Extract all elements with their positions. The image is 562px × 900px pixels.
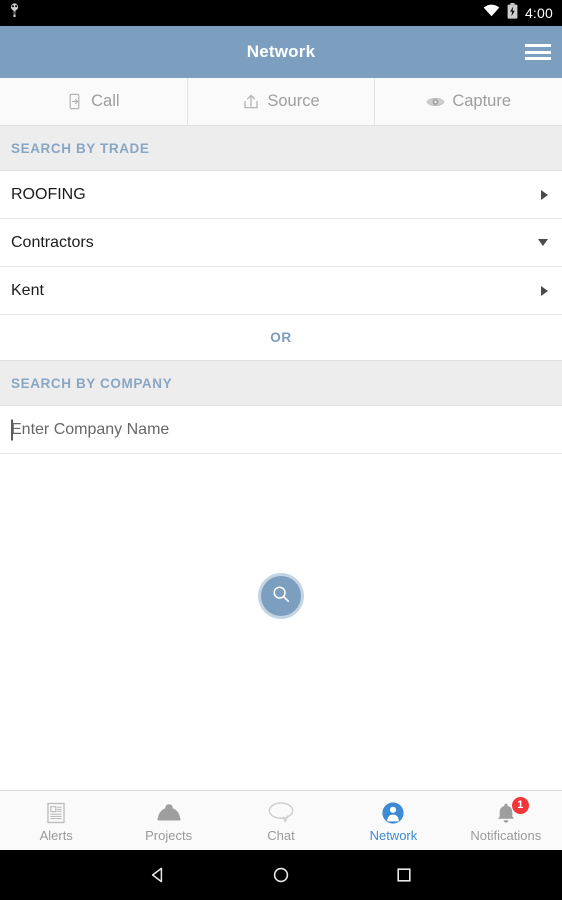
nav-item-label: Chat: [267, 827, 295, 843]
nav-item-alerts[interactable]: Alerts: [0, 791, 112, 850]
status-bar-right-icons: 4:00: [483, 2, 553, 24]
tab-capture-label: Capture: [452, 92, 512, 110]
text-cursor: [11, 419, 13, 440]
company-name-input[interactable]: [11, 420, 551, 439]
tab-source-label: Source: [267, 92, 320, 110]
search-by-company-label: SEARCH BY COMPANY: [11, 375, 173, 391]
caret-right-icon: [541, 285, 548, 296]
nav-item-notifications[interactable]: 1 Notifications: [450, 791, 562, 850]
or-label: OR: [270, 330, 292, 345]
tab-capture[interactable]: Capture: [375, 78, 562, 125]
news-article-icon: [45, 800, 67, 826]
share-export-icon: [242, 93, 260, 110]
nav-item-projects[interactable]: Projects: [112, 791, 224, 850]
speech-bubble-icon: [267, 800, 295, 826]
trade-row-label: Contractors: [11, 233, 94, 251]
home-button[interactable]: [271, 865, 291, 885]
tab-call[interactable]: Call: [0, 78, 188, 125]
bell-icon: 1: [494, 796, 529, 826]
back-button[interactable]: [148, 865, 168, 885]
bottom-navigation-bar: Alerts Projects Chat Network 1 Notificat…: [0, 790, 562, 850]
recents-button[interactable]: [394, 865, 414, 885]
search-by-trade-label: SEARCH BY TRADE: [11, 140, 150, 156]
hamburger-line: [525, 44, 551, 47]
trade-row-label: Kent: [11, 281, 44, 299]
or-divider: OR: [0, 315, 562, 361]
app-header-bar: Network: [0, 26, 562, 78]
caret-right-icon: [541, 189, 548, 200]
battery-charging-icon: [507, 2, 518, 24]
search-by-company-header: SEARCH BY COMPANY: [0, 361, 562, 406]
hamburger-line: [525, 50, 551, 54]
hard-hat-icon: [156, 800, 182, 826]
app-root: 4:00 Network Call Source Capture SEARCH …: [0, 0, 562, 900]
eye-icon: [426, 95, 445, 109]
phone-forward-icon: [67, 93, 84, 110]
page-title: Network: [246, 42, 316, 61]
status-bar-clock: 4:00: [524, 5, 553, 21]
company-name-row[interactable]: [0, 406, 562, 454]
caret-down-icon: [538, 239, 548, 246]
content-area: [0, 454, 562, 790]
nav-item-label: Projects: [145, 827, 193, 843]
search-by-trade-header: SEARCH BY TRADE: [0, 126, 562, 171]
nav-item-label: Notifications: [470, 827, 542, 843]
trade-row-kent[interactable]: Kent: [0, 267, 562, 315]
usb-debug-icon: [8, 3, 21, 23]
notification-badge: 1: [511, 796, 529, 814]
hamburger-line: [525, 57, 551, 60]
trade-row-contractors[interactable]: Contractors: [0, 219, 562, 267]
trade-row-label: ROOFING: [11, 185, 86, 203]
status-bar-left-icons: [8, 3, 21, 23]
hamburger-menu-icon[interactable]: [525, 42, 551, 62]
wifi-icon: [483, 4, 500, 22]
android-navigation-bar: [0, 850, 562, 900]
search-button[interactable]: [258, 573, 304, 619]
nav-item-label: Alerts: [39, 827, 73, 843]
trade-row-roofing[interactable]: ROOFING: [0, 171, 562, 219]
person-icon: [381, 800, 405, 826]
top-tab-bar: Call Source Capture: [0, 78, 562, 126]
search-icon: [271, 584, 291, 609]
nav-item-chat[interactable]: Chat: [225, 791, 337, 850]
tab-source[interactable]: Source: [187, 78, 376, 125]
nav-item-label: Network: [369, 827, 418, 843]
android-status-bar: 4:00: [0, 0, 562, 26]
tab-call-label: Call: [91, 92, 120, 110]
nav-item-network[interactable]: Network: [337, 791, 449, 850]
